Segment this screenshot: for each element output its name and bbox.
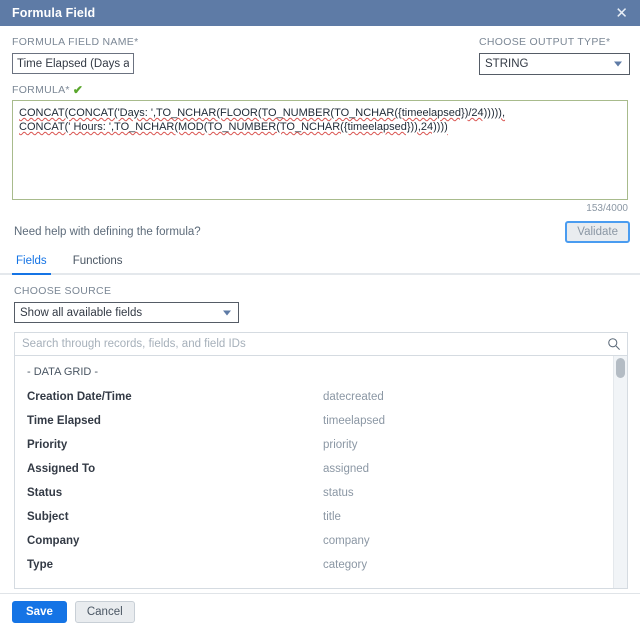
scrollbar-thumb[interactable] — [616, 358, 625, 378]
field-list: - DATA GRID - Creation Date/Time datecre… — [14, 356, 628, 589]
field-id: category — [323, 559, 368, 571]
field-list-inner: - DATA GRID - Creation Date/Time datecre… — [15, 356, 627, 577]
cancel-button[interactable]: Cancel — [74, 601, 135, 623]
formula-name-label: FORMULA FIELD NAME* — [12, 36, 139, 48]
formula-name-input[interactable] — [12, 53, 134, 74]
checkmark-icon: ✔ — [72, 83, 83, 97]
table-row[interactable]: Type category — [15, 553, 627, 577]
choose-source-label: CHOOSE SOURCE — [14, 285, 112, 297]
formula-label-row: FORMULA* ✔ — [12, 84, 628, 96]
table-row[interactable]: Subject title — [15, 505, 627, 529]
field-id: assigned — [323, 463, 370, 475]
field-id: company — [323, 535, 370, 547]
field-label: Creation Date/Time — [27, 391, 132, 403]
chevron-down-icon — [223, 310, 231, 315]
field-label: Type — [27, 559, 53, 571]
field-label: Time Elapsed — [27, 415, 101, 427]
formula-label: FORMULA* — [12, 84, 70, 96]
field-list-group-label: - DATA GRID - — [27, 366, 99, 378]
field-id: priority — [323, 439, 358, 451]
choose-source-section: CHOOSE SOURCE Show all available fields — [0, 275, 640, 323]
tab-functions[interactable]: Functions — [71, 253, 125, 273]
output-type-value: STRING — [485, 58, 529, 70]
close-icon[interactable]: ✕ — [613, 6, 630, 21]
tab-fields[interactable]: Fields — [12, 253, 51, 275]
top-form-row: FORMULA FIELD NAME* CHOOSE OUTPUT TYPE* … — [0, 26, 640, 75]
table-row[interactable]: Creation Date/Time datecreated — [15, 385, 627, 409]
table-row[interactable]: Priority priority — [15, 433, 627, 457]
field-label: Status — [27, 487, 63, 499]
choose-source-value: Show all available fields — [20, 306, 143, 319]
tab-bar: Fields Functions — [0, 253, 640, 275]
field-id: timeelapsed — [323, 415, 386, 427]
dialog-titlebar: Formula Field ✕ — [0, 0, 640, 26]
field-label: Priority — [27, 439, 68, 451]
field-list-scrollbar[interactable] — [613, 356, 627, 588]
save-button[interactable]: Save — [12, 601, 67, 623]
validate-button[interactable]: Validate — [565, 221, 630, 243]
choose-source-select[interactable]: Show all available fields — [14, 302, 239, 323]
field-id: title — [323, 511, 341, 523]
formula-line-2: CONCAT(' Hours: ',TO_NCHAR(MOD(TO_NUMBER… — [19, 121, 448, 133]
formula-textarea[interactable]: CONCAT(CONCAT('Days: ',TO_NCHAR(FLOOR(TO… — [12, 100, 628, 200]
field-id: status — [323, 487, 354, 499]
output-type-group: CHOOSE OUTPUT TYPE* STRING — [479, 36, 630, 75]
help-text: Need help with defining the formula? — [14, 226, 201, 238]
dialog-footer: Save Cancel — [0, 593, 640, 630]
table-row[interactable]: Company company — [15, 529, 627, 553]
formula-name-group: FORMULA FIELD NAME* — [12, 36, 479, 75]
table-row[interactable]: Time Elapsed timeelapsed — [15, 409, 627, 433]
help-row: Need help with defining the formula? Val… — [0, 214, 640, 243]
output-type-label: CHOOSE OUTPUT TYPE* — [479, 36, 611, 48]
dialog-title: Formula Field — [12, 6, 96, 20]
chevron-down-icon — [614, 61, 622, 67]
formula-line-1: CONCAT(CONCAT('Days: ',TO_NCHAR(FLOOR(TO… — [19, 107, 506, 119]
field-label: Subject — [27, 511, 69, 523]
table-row[interactable]: Assigned To assigned — [15, 457, 627, 481]
search-icon[interactable] — [607, 337, 621, 351]
table-row[interactable]: Status status — [15, 481, 627, 505]
search-input[interactable] — [20, 337, 607, 351]
field-label: Company — [27, 535, 80, 547]
field-label: Assigned To — [27, 463, 96, 475]
search-bar[interactable] — [14, 332, 628, 356]
formula-section: FORMULA* ✔ CONCAT(CONCAT('Days: ',TO_NCH… — [0, 75, 640, 214]
field-id: datecreated — [323, 391, 384, 403]
output-type-select[interactable]: STRING — [479, 53, 630, 75]
character-counter: 153/4000 — [586, 203, 628, 214]
